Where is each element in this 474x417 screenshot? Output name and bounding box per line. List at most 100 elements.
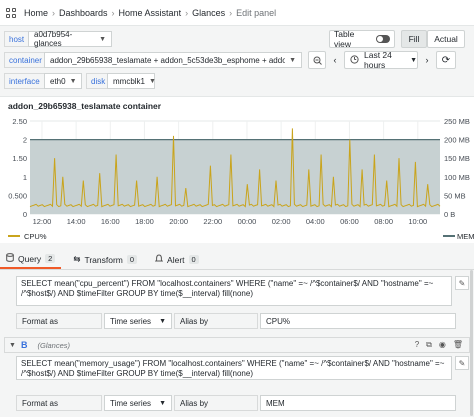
query-b-datasource: (Glances) bbox=[37, 340, 71, 350]
chevron-down-icon: ▼ bbox=[159, 399, 166, 407]
eye-icon[interactable]: ◉ bbox=[439, 340, 446, 350]
y-left-tick-label: 1.50 bbox=[12, 154, 27, 163]
query-a-alias-label: Alias by bbox=[174, 313, 258, 329]
panel-title[interactable]: addon_29b65938_teslamate container bbox=[8, 101, 161, 111]
refresh-button[interactable]: ⟳ bbox=[436, 51, 456, 69]
x-tick-label: 02:00 bbox=[272, 217, 291, 226]
y-left-tick-label: 2 bbox=[23, 136, 27, 145]
y-right-tick-label: 150 MB bbox=[444, 154, 470, 163]
x-tick-label: 06:00 bbox=[340, 217, 359, 226]
help-icon[interactable]: ? bbox=[415, 340, 419, 350]
table-view-toggle[interactable]: Table view bbox=[329, 29, 395, 49]
x-tick-label: 18:00 bbox=[135, 217, 154, 226]
breadcrumb-home-assistant[interactable]: Home Assistant bbox=[119, 8, 182, 18]
tab-query[interactable]: Query 2 bbox=[0, 253, 62, 269]
time-shift-back-button[interactable]: ‹ bbox=[328, 51, 342, 69]
actual-button[interactable]: Actual bbox=[427, 30, 465, 48]
pencil-icon: ✎ bbox=[458, 358, 466, 368]
breadcrumb-home[interactable]: Home bbox=[24, 8, 48, 18]
breadcrumb: Home › Dashboards › Home Assistant › Gla… bbox=[24, 8, 276, 18]
y-right-tick-label: 100 MB bbox=[444, 173, 470, 182]
fill-button[interactable]: Fill bbox=[401, 30, 427, 48]
y-right-tick-label: 0 B bbox=[444, 210, 455, 219]
time-shift-forward-button[interactable]: › bbox=[420, 51, 434, 69]
x-tick-label: 12:00 bbox=[33, 217, 52, 226]
editor-scrollbar[interactable] bbox=[470, 270, 473, 416]
database-icon bbox=[6, 253, 14, 264]
chevron-left-icon: ‹ bbox=[333, 55, 337, 65]
time-series-chart[interactable]: 0 0.500 1 1.50 2 2.50 0 B 50 MB 100 MB 150 MB 200 … bbox=[0, 111, 474, 244]
top-navbar: Home › Dashboards › Home Assistant › Gla… bbox=[0, 0, 474, 26]
y-right-tick-label: 200 MB bbox=[444, 136, 470, 145]
x-tick-label: 20:00 bbox=[169, 217, 188, 226]
variable-select-container[interactable]: addon_29b65938_teslamate + addon_5c53de3… bbox=[44, 52, 302, 68]
chevron-down-icon[interactable]: ▼ bbox=[9, 342, 16, 349]
x-tick-label: 16:00 bbox=[101, 217, 120, 226]
apps-grid-icon[interactable] bbox=[6, 7, 16, 18]
breadcrumb-glances[interactable]: Glances bbox=[192, 8, 225, 18]
y-left-tick-label: 0 bbox=[23, 210, 27, 219]
query-a-editor[interactable]: SELECT mean("cpu_percent") FROM "localho… bbox=[16, 276, 452, 306]
x-tick-label: 14:00 bbox=[67, 217, 86, 226]
y-right-tick-label: 50 MB bbox=[444, 191, 466, 200]
query-b-format-select[interactable]: Time series ▼ bbox=[104, 395, 172, 411]
transform-icon: ⇆ bbox=[73, 254, 81, 264]
variable-value-host: a0d7b954-glances bbox=[34, 30, 73, 48]
y-left-tick-label: 2.50 bbox=[12, 117, 27, 126]
tab-alert-count: 0 bbox=[188, 255, 199, 264]
mem-area bbox=[30, 139, 440, 214]
variable-label-container: container bbox=[4, 52, 47, 68]
trash-icon[interactable]: 🗑 bbox=[453, 340, 463, 350]
chevron-right-icon: › bbox=[425, 55, 429, 65]
tab-transform-label: Transform bbox=[84, 254, 123, 265]
breadcrumb-separator-icon: › bbox=[111, 7, 115, 18]
variable-value-interface: eth0 bbox=[50, 76, 66, 86]
breadcrumb-separator-icon: › bbox=[229, 7, 233, 18]
pencil-icon: ✎ bbox=[458, 278, 466, 288]
breadcrumb-separator-icon: › bbox=[185, 7, 189, 18]
query-b-editor[interactable]: SELECT mean("memory_usage") FROM "localh… bbox=[16, 356, 452, 380]
chevron-down-icon: ▼ bbox=[289, 56, 296, 64]
legend-mem-label[interactable]: MEM bbox=[457, 232, 474, 241]
query-a-alias-input[interactable]: CPU% bbox=[260, 313, 456, 329]
duplicate-icon[interactable]: ⧉ bbox=[426, 340, 432, 350]
variable-value-disk: mmcblk1 bbox=[113, 76, 146, 86]
time-range-picker[interactable]: Last 24 hours ▼ bbox=[344, 50, 418, 70]
variable-label-host: host bbox=[4, 31, 30, 47]
y-left-tick-label: 1 bbox=[23, 173, 27, 182]
tab-query-count: 2 bbox=[45, 254, 56, 263]
x-tick-label: 10:00 bbox=[408, 217, 427, 226]
variable-label-interface: interface bbox=[4, 73, 45, 89]
variable-select-host[interactable]: a0d7b954-glances ▼ bbox=[28, 30, 112, 48]
x-tick-label: 08:00 bbox=[374, 217, 393, 226]
tab-transform[interactable]: ⇆ Transform 0 bbox=[67, 253, 143, 269]
breadcrumb-edit-panel: Edit panel bbox=[236, 7, 277, 18]
zoom-out-icon bbox=[313, 56, 322, 65]
query-b-alias-label: Alias by bbox=[174, 395, 258, 411]
variable-select-interface[interactable]: eth0 ▼ bbox=[44, 73, 82, 89]
query-b-format-value: Time series bbox=[110, 398, 152, 408]
breadcrumb-dashboards[interactable]: Dashboards bbox=[59, 8, 108, 18]
x-tick-label: 00:00 bbox=[238, 217, 257, 226]
query-b-letter[interactable]: B bbox=[21, 340, 28, 350]
refresh-icon: ⟳ bbox=[441, 54, 451, 66]
panel-preview: addon_29b65938_teslamate container 0 0.50… bbox=[0, 96, 474, 243]
clock-icon bbox=[350, 54, 359, 66]
tab-transform-count: 0 bbox=[126, 255, 138, 264]
table-view-label: Table view bbox=[334, 29, 355, 49]
tab-alert-label: Alert bbox=[167, 254, 185, 265]
query-a-format-select[interactable]: Time series ▼ bbox=[104, 313, 172, 329]
chevron-down-icon: ▼ bbox=[159, 317, 166, 325]
bell-icon bbox=[154, 254, 164, 265]
tab-alert[interactable]: Alert 0 bbox=[149, 253, 205, 269]
query-a-edit-button[interactable]: ✎ bbox=[455, 276, 469, 290]
chevron-down-icon: ▼ bbox=[149, 77, 156, 85]
query-b-edit-button[interactable]: ✎ bbox=[455, 356, 469, 370]
zoom-out-button[interactable] bbox=[308, 51, 326, 69]
time-range-label: Last 24 hours bbox=[364, 50, 392, 70]
variable-select-disk[interactable]: mmcblk1 ▼ bbox=[107, 73, 156, 89]
query-a-format-label: Format as bbox=[16, 313, 102, 329]
query-b-alias-input[interactable]: MEM bbox=[260, 395, 456, 411]
query-b-header[interactable]: ▼ B (Glances) ? ⧉ ◉ 🗑 bbox=[4, 337, 470, 353]
legend-cpu-label[interactable]: CPU% bbox=[24, 232, 47, 241]
